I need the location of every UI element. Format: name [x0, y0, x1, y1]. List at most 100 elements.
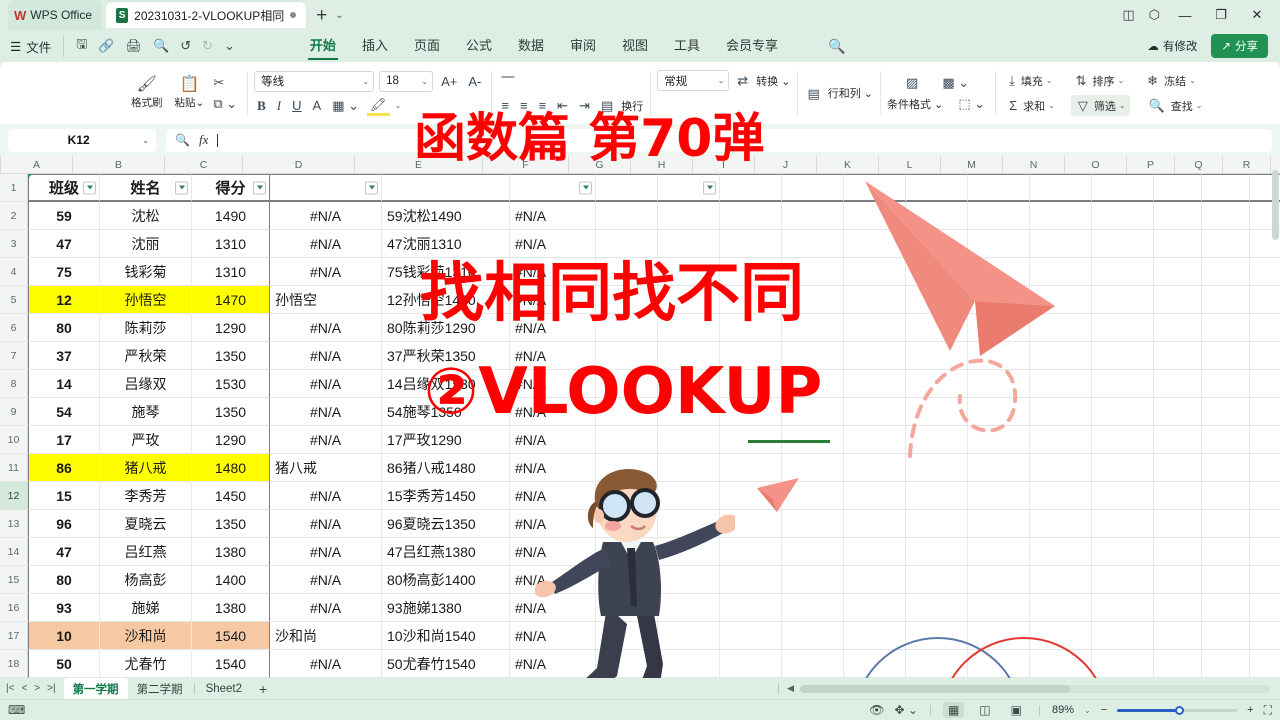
- grid-cell[interactable]: 15 李秀芳 1450: [28, 174, 510, 510]
- grid-cell[interactable]: [1154, 650, 1202, 678]
- grid-cell[interactable]: [844, 398, 906, 426]
- grid-cell[interactable]: [720, 174, 782, 202]
- convert-icon[interactable]: ⇄: [734, 72, 751, 89]
- grid-cell[interactable]: [720, 202, 782, 230]
- grid-cell[interactable]: [596, 538, 658, 566]
- filter-button[interactable]: ▽ 筛选 ⌄: [1070, 95, 1130, 116]
- grid-cell[interactable]: #N/A: [270, 398, 382, 426]
- grid-cell[interactable]: [1092, 510, 1154, 538]
- page-layout-view-button[interactable]: ◫: [974, 702, 995, 718]
- grid-cell[interactable]: [596, 566, 658, 594]
- grid-cell[interactable]: 陈莉莎: [100, 314, 192, 342]
- grid-cell[interactable]: [968, 538, 1030, 566]
- grid-cell[interactable]: #N/A: [28, 174, 596, 370]
- ribbon-tab-home[interactable]: 开始: [307, 35, 338, 60]
- grid-cell[interactable]: [1154, 538, 1202, 566]
- grid-cell[interactable]: 80: [28, 566, 100, 594]
- grid-cell[interactable]: [844, 174, 906, 202]
- row-header[interactable]: 16: [0, 594, 27, 622]
- grid-cell[interactable]: #N/A: [28, 174, 596, 594]
- grid-cell[interactable]: #N/A: [270, 202, 382, 230]
- grid-cell[interactable]: [270, 174, 382, 202]
- grid-cell[interactable]: [968, 650, 1030, 678]
- grid-cell[interactable]: [844, 258, 906, 286]
- grid-cell[interactable]: 严玫: [100, 426, 192, 454]
- sheet-nav-first[interactable]: |<: [6, 683, 14, 694]
- grid-cell[interactable]: [968, 342, 1030, 370]
- grid-cell[interactable]: 1480: [192, 454, 270, 482]
- share-button[interactable]: ↗ 分享: [1211, 34, 1268, 58]
- column-header-Q[interactable]: Q: [1175, 156, 1223, 173]
- document-tab[interactable]: S 20231031-2-VLOOKUP相同值查找: [106, 2, 307, 28]
- grid-cells[interactable]: 班级 姓名 得分 59 沈松 1490 #N/A 59沈松1490 #N/A 47 沈丽 1310 #N…: [28, 174, 1280, 678]
- grid-cell[interactable]: [382, 174, 510, 202]
- grid-cell[interactable]: [720, 342, 782, 370]
- find-button[interactable]: 🔍 查找 ⌄: [1142, 95, 1207, 116]
- grid-cell[interactable]: [658, 650, 720, 678]
- grid-cell[interactable]: [1092, 398, 1154, 426]
- eye-icon[interactable]: 👁: [869, 703, 884, 717]
- italic-button[interactable]: I: [274, 97, 284, 114]
- grid-cell[interactable]: [1202, 398, 1250, 426]
- grid-cell[interactable]: #N/A: [28, 174, 596, 230]
- grid-cell[interactable]: [720, 398, 782, 426]
- grid-cell[interactable]: [596, 174, 658, 202]
- vertical-scrollbar[interactable]: [1271, 160, 1280, 660]
- grid-cell[interactable]: [720, 370, 782, 398]
- grid-cell[interactable]: 孙悟空: [100, 286, 192, 314]
- conditional-format-icon[interactable]: ▨: [903, 74, 921, 91]
- grid-cell[interactable]: 12 孙悟空 1470: [28, 174, 510, 314]
- grid-cell[interactable]: [658, 202, 720, 230]
- grid-cell[interactable]: [1202, 230, 1250, 258]
- grid-cell[interactable]: [596, 342, 658, 370]
- grid-cell[interactable]: [1202, 650, 1250, 678]
- grid-cell[interactable]: [782, 398, 844, 426]
- grid-cell[interactable]: [596, 286, 658, 314]
- grid-cell[interactable]: 14 吕缘双 1530: [28, 174, 510, 398]
- grid-cell[interactable]: 夏晓云: [100, 510, 192, 538]
- column-header-J[interactable]: J: [755, 156, 817, 173]
- column-header-D[interactable]: D: [243, 156, 355, 173]
- column-header-O[interactable]: O: [1065, 156, 1127, 173]
- print-icon[interactable]: 🖨: [126, 38, 143, 54]
- grid-cell[interactable]: #N/A: [28, 174, 596, 538]
- sheet-nav-last[interactable]: >|: [47, 683, 55, 694]
- grid-cell[interactable]: 1470: [192, 286, 270, 314]
- grid-cell[interactable]: [658, 342, 720, 370]
- grid-cell[interactable]: #N/A: [270, 370, 382, 398]
- grid-cell[interactable]: [782, 454, 844, 482]
- grid-cell[interactable]: [1154, 482, 1202, 510]
- horizontal-scrollbar[interactable]: [800, 684, 1270, 693]
- grid-cell[interactable]: 14: [28, 370, 100, 398]
- grid-cell[interactable]: [720, 594, 782, 622]
- grid-cell[interactable]: [1030, 594, 1092, 622]
- filter-dropdown-icon[interactable]: [83, 181, 96, 194]
- column-header-G[interactable]: G: [569, 156, 631, 173]
- grid-cell[interactable]: [658, 258, 720, 286]
- grid-cell[interactable]: 10 沙和尚 1540: [28, 174, 510, 650]
- grid-cell[interactable]: #N/A: [28, 174, 596, 678]
- grid-cell[interactable]: 严秋荣: [100, 342, 192, 370]
- grid-cell[interactable]: [968, 174, 1030, 202]
- ribbon-tab-page[interactable]: 页面: [414, 35, 440, 57]
- grid-cell[interactable]: [1202, 286, 1250, 314]
- grid-cell[interactable]: [968, 258, 1030, 286]
- grid-cell[interactable]: #N/A: [270, 314, 382, 342]
- grid-cell[interactable]: [906, 174, 968, 202]
- fill-button[interactable]: ⤓ 填充 ⌄: [1002, 70, 1056, 91]
- grid-cell[interactable]: 80 陈莉莎 1290: [28, 174, 510, 342]
- name-box-chevron-down-icon[interactable]: ⌄: [142, 136, 149, 145]
- grid-cell[interactable]: 75 钱彩菊 1310: [28, 174, 510, 286]
- grid-cell[interactable]: [596, 426, 658, 454]
- horizontal-scrollbar-thumb[interactable]: [800, 684, 1070, 693]
- row-header[interactable]: 2: [0, 202, 27, 230]
- grid-cell[interactable]: [906, 230, 968, 258]
- grid-cell[interactable]: [1154, 622, 1202, 650]
- grid-cell[interactable]: 猪八戒: [100, 454, 192, 482]
- grid-cell[interactable]: [1154, 230, 1202, 258]
- grid-cell[interactable]: [1030, 202, 1092, 230]
- restore-button[interactable]: ❐: [1210, 7, 1232, 23]
- grid-cell[interactable]: #N/A: [270, 594, 382, 622]
- grid-cell[interactable]: [658, 566, 720, 594]
- table-row[interactable]: 10 沙和尚 1540 沙和尚 10沙和尚1540 #N/A: [28, 174, 1280, 650]
